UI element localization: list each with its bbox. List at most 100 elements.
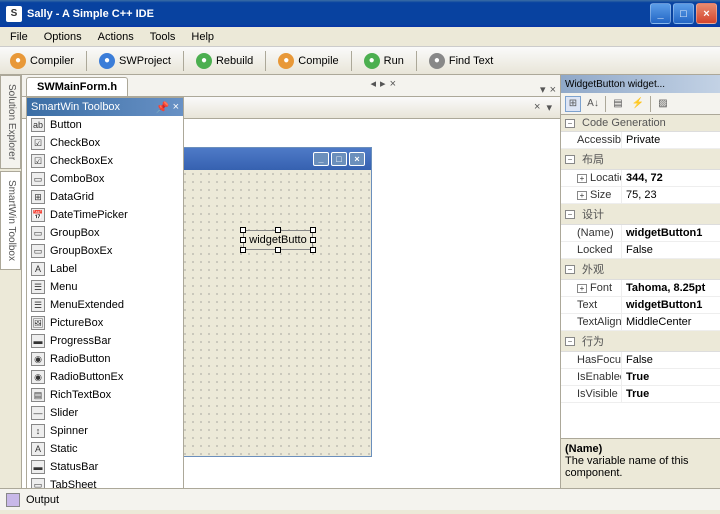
prop-row[interactable]: IsVisibleTrue [561,386,720,403]
minimize-button[interactable]: _ [650,3,671,24]
resize-handle-se[interactable] [310,247,316,253]
properties-header[interactable]: WidgetButton widget... [561,75,720,93]
toolbar-run[interactable]: ●Run [358,51,410,71]
side-tab-smartwin-toolbox[interactable]: SmartWin Toolbox [0,171,21,270]
prop-category[interactable]: −外观 [561,259,720,280]
toolbox-item-label[interactable]: ALabel [27,260,183,278]
expand-icon[interactable]: + [577,284,587,293]
toolbox-item-progressbar[interactable]: ▬ProgressBar [27,332,183,350]
design-min-icon[interactable]: _ [313,152,329,166]
menu-file[interactable]: File [2,29,36,45]
events-icon[interactable]: ⚡ [630,96,646,112]
toolbox-item-picturebox[interactable]: 🖼PictureBox [27,314,183,332]
toolbox-item-statusbar[interactable]: ▬StatusBar [27,458,183,476]
tab-close-all-icon[interactable]: × [390,78,396,90]
compiler-icon: ● [10,53,26,69]
tab-close-icon[interactable]: × [550,84,556,96]
collapse-icon[interactable]: − [565,337,575,346]
menu-options[interactable]: Options [36,29,90,45]
side-tab-solution-explorer[interactable]: Solution Explorer [0,75,21,169]
tab-dropdown-icon[interactable]: ▾ [540,83,546,96]
toolbox-item-groupbox[interactable]: ▭GroupBox [27,224,183,242]
prop-row[interactable]: +Size75, 23 [561,187,720,204]
toolbox-item-checkboxex[interactable]: ☑CheckBoxEx [27,152,183,170]
toolbar-swproject[interactable]: ●SWProject [93,51,177,71]
prop-row[interactable]: TextwidgetButton1 [561,297,720,314]
toolbox-item-tabsheet[interactable]: ▭TabSheet [27,476,183,488]
toolbox-item-datagrid[interactable]: ⊞DataGrid [27,188,183,206]
selected-widget-button[interactable]: widgetButto [243,230,313,250]
toolbox-item-static[interactable]: AStatic [27,440,183,458]
richtextbox-icon: ▤ [31,388,45,402]
toolbox-item-radiobutton[interactable]: ◉RadioButton [27,350,183,368]
prop-row[interactable]: +Location344, 72 [561,170,720,187]
prop-category[interactable]: −Code Generation [561,115,720,132]
tab-right-icon[interactable]: ▸ [380,77,386,90]
prop-row[interactable]: HasFocusFalse [561,352,720,369]
pin-icon[interactable]: 📌 [156,101,170,114]
collapse-icon[interactable]: − [565,210,575,219]
combobox-icon: ▭ [31,172,45,186]
expand-icon[interactable]: + [577,191,587,200]
toolbar-compile[interactable]: ●Compile [272,51,344,71]
tab-left-icon[interactable]: ◂ [371,77,377,90]
collapse-icon[interactable]: − [565,119,575,128]
toolbox-item-combobox[interactable]: ▭ComboBox [27,170,183,188]
prop-category[interactable]: −行为 [561,331,720,352]
toolbox-item-menu[interactable]: ☰Menu [27,278,183,296]
resize-handle-sw[interactable] [240,247,246,253]
property-pages-icon[interactable]: ▨ [655,96,671,112]
prop-category[interactable]: −布局 [561,149,720,170]
toolbox-item-datetimepicker[interactable]: 📅DateTimePicker [27,206,183,224]
expand-icon[interactable]: + [577,174,587,183]
titlebar: S Sally - A Simple C++ IDE _ □ × [0,0,720,27]
design-close-icon[interactable]: × [349,152,365,166]
button-icon: ab [31,118,45,132]
toolbox-title[interactable]: SmartWin Toolbox 📌 × [27,98,183,116]
properties-icon[interactable]: ▤ [610,96,626,112]
toolbox-item-button[interactable]: abButton [27,116,183,134]
properties-toolbar: ⊞ A↓ ▤ ⚡ ▨ [561,93,720,115]
resize-handle-ne[interactable] [310,227,316,233]
property-grid[interactable]: −Code GenerationAccessibilPrivate−布局+Loc… [561,115,720,438]
toolbox-item-radiobuttonex[interactable]: ◉RadioButtonEx [27,368,183,386]
resize-handle-nw[interactable] [240,227,246,233]
design-max-icon[interactable]: □ [331,152,347,166]
prop-row[interactable]: AccessibilPrivate [561,132,720,149]
bottom-bar: Output [0,488,720,510]
editor-more-icon[interactable]: ▾ [546,101,552,114]
rebuild-icon: ● [196,53,212,69]
toolbar-find-text[interactable]: ●Find Text [423,51,499,71]
toolbox-close-icon[interactable]: × [173,101,179,114]
toolbar-compiler[interactable]: ●Compiler [4,51,80,71]
prop-row[interactable]: (Name)widgetButton1 [561,225,720,242]
resize-handle-n[interactable] [275,227,281,233]
resize-handle-s[interactable] [275,247,281,253]
menu-tools[interactable]: Tools [142,29,184,45]
doc-tab-swmainform[interactable]: SWMainForm.h [26,77,128,96]
toolbox-item-spinner[interactable]: ↕Spinner [27,422,183,440]
alphabetical-icon[interactable]: A↓ [585,96,601,112]
collapse-icon[interactable]: − [565,265,575,274]
prop-row[interactable]: LockedFalse [561,242,720,259]
toolbox-item-menuextended[interactable]: ☰MenuExtended [27,296,183,314]
close-button[interactable]: × [696,3,717,24]
prop-row[interactable]: +FontTahoma, 8.25pt [561,280,720,297]
resize-handle-e[interactable] [310,237,316,243]
toolbox-item-groupboxex[interactable]: ▭GroupBoxEx [27,242,183,260]
menu-actions[interactable]: Actions [90,29,142,45]
toolbar-rebuild[interactable]: ●Rebuild [190,51,259,71]
editor-close-icon[interactable]: × [534,101,540,114]
prop-row[interactable]: IsEnablecTrue [561,369,720,386]
toolbox-item-richtextbox[interactable]: ▤RichTextBox [27,386,183,404]
resize-handle-w[interactable] [240,237,246,243]
categorized-icon[interactable]: ⊞ [565,96,581,112]
menu-help[interactable]: Help [183,29,222,45]
output-tab[interactable]: Output [26,494,59,506]
prop-row[interactable]: TextAlignMiddleCenter [561,314,720,331]
toolbox-item-slider[interactable]: —Slider [27,404,183,422]
collapse-icon[interactable]: − [565,155,575,164]
prop-category[interactable]: −设计 [561,204,720,225]
toolbox-item-checkbox[interactable]: ☑CheckBox [27,134,183,152]
maximize-button[interactable]: □ [673,3,694,24]
